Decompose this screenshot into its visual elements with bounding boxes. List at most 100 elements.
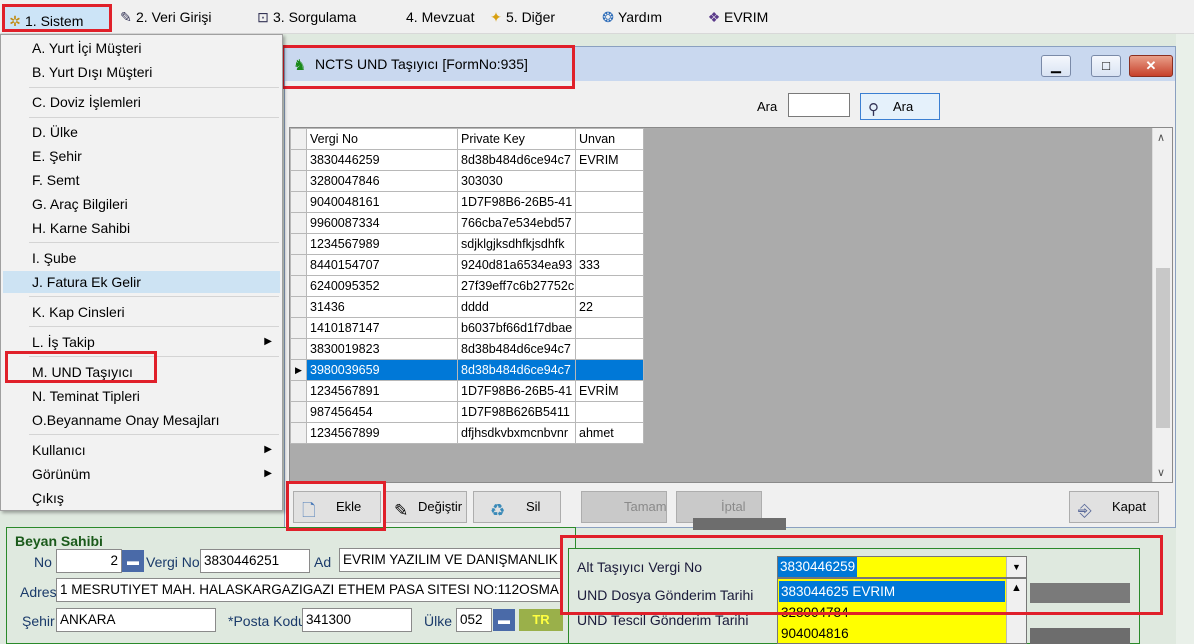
menu-item-arac[interactable]: G. Araç Bilgileri <box>3 193 280 215</box>
table-cell[interactable]: 8440154707 <box>306 254 458 276</box>
table-cell[interactable]: EVRİM <box>575 380 644 402</box>
sil-button[interactable]: ♻ Sil <box>473 491 561 523</box>
row-indicator[interactable] <box>290 317 307 339</box>
table-cell[interactable]: 3830446259 <box>306 149 458 171</box>
table-cell[interactable]: EVRIM <box>575 149 644 171</box>
menu-sistem[interactable]: ✲ 1. Sistem <box>2 4 112 32</box>
menu-evrim[interactable]: ❖ EVRIM <box>706 6 769 28</box>
menu-item-fatura[interactable]: J. Fatura Ek Gelir <box>3 271 280 293</box>
table-row[interactable]: 3830446259 8d38b484d6ce94c7 EVRIM <box>290 149 644 171</box>
table-cell[interactable] <box>575 170 644 192</box>
table-cell[interactable] <box>575 359 644 381</box>
menu-item-karne[interactable]: H. Karne Sahibi <box>3 217 280 239</box>
menu-veri-girisi[interactable]: ✎ 2. Veri Girişi <box>118 6 211 28</box>
menu-item-beyanname-onay[interactable]: O.Beyanname Onay Mesajları <box>3 409 280 431</box>
menu-item-ulke[interactable]: D. Ülke <box>3 121 280 143</box>
adres-field[interactable]: 1 MESRUTIYET MAH. HALASKARGAZIGAZI ETHEM… <box>56 578 562 602</box>
row-indicator[interactable] <box>290 338 307 360</box>
menu-sorgulama[interactable]: ⊡ 3. Sorgulama <box>255 6 356 28</box>
table-row[interactable]: 31436 dddd 22 <box>290 296 644 318</box>
table-row[interactable]: 3830019823 8d38b484d6ce94c7 <box>290 338 644 360</box>
table-cell[interactable] <box>575 212 644 234</box>
table-cell[interactable] <box>575 401 644 423</box>
table-cell[interactable]: dfjhsdkvbxmcnbvnr <box>457 422 576 444</box>
row-indicator[interactable] <box>290 191 307 213</box>
table-row[interactable]: 1234567989 sdjklgjksdhfkjsdhfk <box>290 233 644 255</box>
row-indicator[interactable] <box>290 212 307 234</box>
table-row[interactable]: 6240095352 27f39eff7c6b27752c <box>290 275 644 297</box>
menu-item-sehir[interactable]: E. Şehir <box>3 145 280 167</box>
menu-item-kap[interactable]: K. Kap Cinsleri <box>3 301 280 323</box>
menu-item-is-takip[interactable]: L. İş Takip ▶ <box>3 331 280 353</box>
table-cell[interactable] <box>575 233 644 255</box>
menu-item-gorunum[interactable]: Görünüm ▶ <box>3 463 280 485</box>
scroll-down-icon[interactable]: ∨ <box>1157 466 1165 479</box>
grid-scrollbar[interactable]: ∧ ∨ <box>1152 128 1172 482</box>
menu-item-cikis[interactable]: Çıkış <box>3 487 280 509</box>
close-button[interactable]: ✕ <box>1129 55 1173 77</box>
table-cell[interactable]: 9040048161 <box>306 191 458 213</box>
posta-kodu-field[interactable]: 341300 <box>302 608 412 632</box>
sehir-field[interactable]: ANKARA <box>56 608 216 632</box>
table-cell[interactable]: 6240095352 <box>306 275 458 297</box>
menu-item-sube[interactable]: I. Şube <box>3 247 280 269</box>
table-cell[interactable]: b6037bf66d1f7dbae <box>457 317 576 339</box>
table-cell[interactable]: 9960087334 <box>306 212 458 234</box>
no-lookup-button[interactable]: ▬ <box>122 550 144 572</box>
table-cell[interactable]: 333 <box>575 254 644 276</box>
table-row[interactable]: 3280047846 303030 <box>290 170 644 192</box>
table-cell[interactable]: 31436 <box>306 296 458 318</box>
table-cell[interactable]: 27f39eff7c6b27752c <box>457 275 576 297</box>
search-button[interactable]: ⚲ Ara <box>860 93 940 120</box>
table-cell[interactable]: 1234567989 <box>306 233 458 255</box>
menu-item-teminat[interactable]: N. Teminat Tipleri <box>3 385 280 407</box>
no-field[interactable]: 2 <box>56 549 122 573</box>
table-cell[interactable]: 1234567899 <box>306 422 458 444</box>
table-cell[interactable]: sdjklgjksdhfkjsdhfk <box>457 233 576 255</box>
menu-item-semt[interactable]: F. Semt <box>3 169 280 191</box>
row-indicator[interactable] <box>290 296 307 318</box>
menu-item-yurt-disi[interactable]: B. Yurt Dışı Müşteri <box>3 61 280 83</box>
table-cell[interactable]: 1234567891 <box>306 380 458 402</box>
ulke-lookup-button[interactable]: ▬ <box>493 609 515 631</box>
table-cell[interactable] <box>575 191 644 213</box>
row-indicator[interactable] <box>290 233 307 255</box>
row-indicator[interactable] <box>290 422 307 444</box>
maximize-button[interactable]: □ <box>1091 55 1121 77</box>
minimize-button[interactable]: ▁ <box>1041 55 1071 77</box>
menu-yardim[interactable]: ❂ Yardım <box>600 6 662 28</box>
table-row[interactable]: 8440154707 9240d81a6534ea93 333 <box>290 254 644 276</box>
table-cell[interactable] <box>575 275 644 297</box>
table-cell[interactable]: 8d38b484d6ce94c7 <box>457 338 576 360</box>
menu-mevzuat[interactable]: 4. Mevzuat <box>406 6 474 28</box>
table-cell[interactable]: 1D7F98B6-26B5-41 <box>457 380 576 402</box>
row-indicator[interactable] <box>290 275 307 297</box>
table-row[interactable]: 1234567899 dfjhsdkvbxmcnbvnr ahmet <box>290 422 644 444</box>
table-cell[interactable] <box>575 317 644 339</box>
table-row[interactable]: 9960087334 766cba7e534ebd57 <box>290 212 644 234</box>
menu-item-yurt-ici[interactable]: A. Yurt İçi Müşteri <box>3 37 280 59</box>
table-cell[interactable]: 9240d81a6534ea93 <box>457 254 576 276</box>
column-header[interactable]: Unvan <box>575 128 644 150</box>
table-row[interactable]: 9040048161 1D7F98B6-26B5-41 <box>290 191 644 213</box>
ad-field[interactable]: EVRIM YAZILIM VE DANIŞMANLIK LT <box>339 548 562 572</box>
table-cell[interactable]: 1D7F98B6-26B5-41 <box>457 191 576 213</box>
table-cell[interactable]: 1410187147 <box>306 317 458 339</box>
degistir-button[interactable]: ✎ Değiştir <box>385 491 467 523</box>
table-cell[interactable]: 8d38b484d6ce94c7 <box>457 359 576 381</box>
row-indicator[interactable] <box>290 380 307 402</box>
scroll-up-icon[interactable]: ∧ <box>1157 131 1165 144</box>
menu-diger[interactable]: ✦ 5. Diğer <box>488 6 555 28</box>
dropdown-item[interactable]: 904004816 <box>779 623 1005 644</box>
column-header[interactable]: Private Key <box>457 128 576 150</box>
table-cell[interactable]: 3980039659 <box>306 359 458 381</box>
column-header[interactable]: Vergi No <box>306 128 458 150</box>
ulke-field[interactable]: 052 <box>456 608 492 632</box>
row-indicator[interactable] <box>290 254 307 276</box>
table-cell[interactable]: 987456454 <box>306 401 458 423</box>
row-indicator[interactable]: ▶ <box>290 359 307 381</box>
table-cell[interactable]: 3830019823 <box>306 338 458 360</box>
kapat-button[interactable]: ⎆ Kapat <box>1069 491 1159 523</box>
table-row[interactable]: 1234567891 1D7F98B6-26B5-41 EVRİM <box>290 380 644 402</box>
row-indicator[interactable] <box>290 170 307 192</box>
